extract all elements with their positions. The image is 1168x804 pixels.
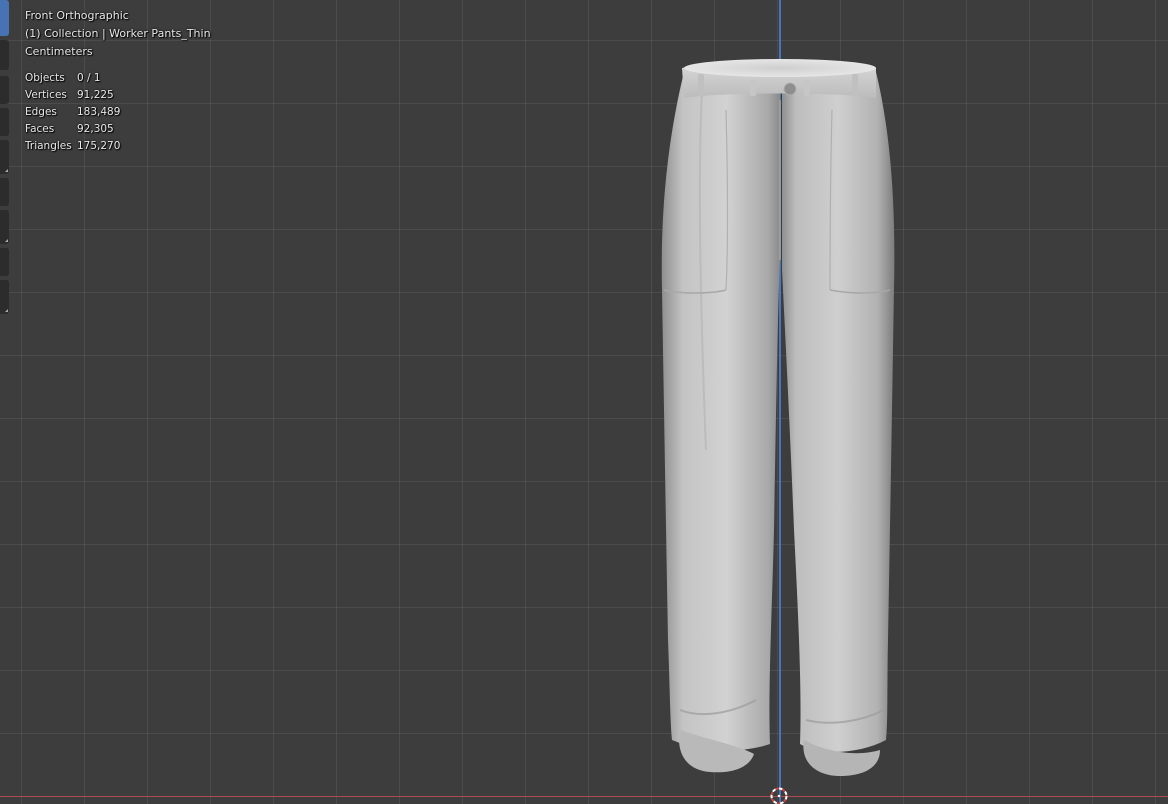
rotate-tool-button[interactable] <box>0 108 9 136</box>
submenu-corner-icon <box>5 309 8 312</box>
scale-tool-button[interactable] <box>0 140 9 174</box>
stat-value: 183,489 <box>77 106 121 118</box>
stat-value: 0 / 1 <box>77 72 101 84</box>
stat-row-edges: Edges 183,489 <box>25 104 120 121</box>
collection-label: (1) Collection | Worker Pants_Thin <box>25 27 211 40</box>
submenu-corner-icon <box>5 169 8 172</box>
3d-cursor-icon[interactable] <box>769 786 789 804</box>
x-axis-line <box>0 796 1168 797</box>
right-leg <box>782 72 895 776</box>
stat-label: Objects <box>25 72 65 84</box>
stat-label: Faces <box>25 123 55 135</box>
stat-row-triangles: Triangles 175,270 <box>25 138 120 155</box>
transform-tool-button[interactable] <box>0 178 9 206</box>
stat-row-faces: Faces 92,305 <box>25 121 120 138</box>
stat-value: 175,270 <box>77 140 121 152</box>
stat-label: Vertices <box>25 89 67 101</box>
pants-mesh[interactable] <box>640 50 920 790</box>
stat-row-objects: Objects 0 / 1 <box>25 70 120 87</box>
annotate-tool-button[interactable] <box>0 210 9 244</box>
stat-label: Triangles <box>25 140 72 152</box>
belt-loop <box>698 74 704 96</box>
left-leg <box>661 72 780 773</box>
select-tool-button[interactable] <box>0 0 9 36</box>
add-cube-tool-button[interactable] <box>0 280 9 314</box>
move-tool-button[interactable] <box>0 76 9 104</box>
belt-loop <box>852 74 858 96</box>
stat-value: 92,305 <box>77 123 114 135</box>
cursor-tool-button[interactable] <box>0 40 9 70</box>
units-label: Centimeters <box>25 45 93 58</box>
button-icon <box>783 82 797 96</box>
scene-statistics: Objects 0 / 1 Vertices 91,225 Edges 183,489… <box>25 70 120 155</box>
waistband <box>682 59 876 98</box>
belt-loop <box>750 80 756 96</box>
viewport-info-overlay: Front Orthographic (1) Collection | Work… <box>25 7 211 61</box>
view-name: Front Orthographic <box>25 9 129 22</box>
3d-viewport[interactable]: Front Orthographic (1) Collection | Work… <box>0 0 1168 804</box>
measure-tool-button[interactable] <box>0 248 9 276</box>
belt-loop <box>804 80 810 96</box>
tool-shelf <box>0 0 10 320</box>
stat-value: 91,225 <box>77 89 114 101</box>
stat-row-vertices: Vertices 91,225 <box>25 87 120 104</box>
submenu-corner-icon <box>5 239 8 242</box>
stat-label: Edges <box>25 106 57 118</box>
